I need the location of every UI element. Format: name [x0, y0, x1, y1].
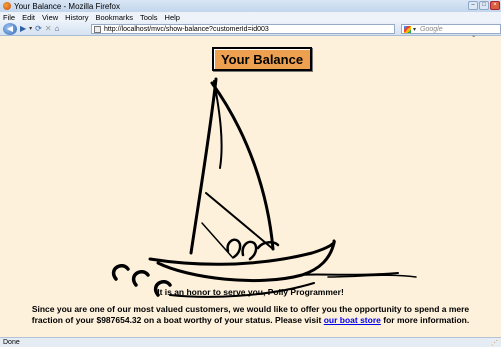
history-dropdown-icon[interactable]: ▾: [29, 23, 32, 34]
reload-icon[interactable]: ⟳: [35, 23, 42, 34]
window-controls: – □ ×: [468, 1, 500, 10]
navigation-toolbar: ◀ ▶ ▾ ⟳ ✕ ⌂ http://localhost/mvc/show-ba…: [0, 22, 501, 41]
browser-window: Your Balance - Mozilla Firefox – □ × Fil…: [0, 0, 501, 347]
offer-line-2: fraction of your $987654.32 on a boat wo…: [0, 315, 501, 326]
menu-help[interactable]: Help: [165, 13, 180, 22]
page-icon: [94, 25, 101, 33]
url-text: http://localhost/mvc/show-balance?custom…: [104, 25, 269, 33]
maximize-icon[interactable]: □: [479, 1, 489, 10]
boat-store-link[interactable]: our boat store: [324, 315, 381, 325]
back-button[interactable]: ◀: [3, 22, 17, 35]
window-title: Your Balance - Mozilla Firefox: [14, 1, 120, 11]
forward-button[interactable]: ▶: [20, 23, 26, 34]
menu-tools[interactable]: Tools: [140, 13, 158, 22]
search-box[interactable]: ▾ Google: [401, 24, 501, 34]
offer-line-1: Since you are one of our most valued cus…: [31, 304, 470, 314]
google-icon: [404, 25, 411, 33]
page-content: Your Balance It is an honor to serve you…: [0, 37, 501, 337]
offer-line-2-start: fraction of your $987654.32 on a boat wo…: [31, 315, 322, 325]
greeting-text: It is an honor to serve you, Polly Progr…: [157, 287, 344, 297]
close-icon[interactable]: ×: [490, 1, 500, 10]
home-icon[interactable]: ⌂: [55, 23, 60, 34]
offer-line-2-end: for more information.: [383, 315, 470, 325]
menu-file[interactable]: File: [3, 13, 15, 22]
search-placeholder: Google: [420, 25, 443, 33]
menu-history[interactable]: History: [65, 13, 88, 22]
menu-view[interactable]: View: [42, 13, 58, 22]
address-bar[interactable]: http://localhost/mvc/show-balance?custom…: [91, 24, 478, 41]
menu-edit[interactable]: Edit: [22, 13, 35, 22]
sailboat-illustration: [111, 77, 417, 298]
title-bar: Your Balance - Mozilla Firefox – □ ×: [0, 0, 501, 12]
status-bar: Done ⋰: [0, 337, 501, 347]
page-title: Your Balance: [212, 47, 312, 71]
resize-grip-icon[interactable]: ⋰: [491, 339, 498, 347]
status-text: Done: [3, 339, 20, 346]
stop-icon[interactable]: ✕: [45, 23, 52, 34]
firefox-icon: [3, 2, 11, 10]
menu-bar: File Edit View History Bookmarks Tools H…: [0, 12, 501, 22]
search-engine-dropdown-icon[interactable]: ▾: [413, 26, 416, 33]
offer-text: Since you are one of our most valued cus…: [0, 304, 501, 326]
menu-bookmarks[interactable]: Bookmarks: [96, 13, 134, 22]
minimize-icon[interactable]: –: [468, 1, 478, 10]
